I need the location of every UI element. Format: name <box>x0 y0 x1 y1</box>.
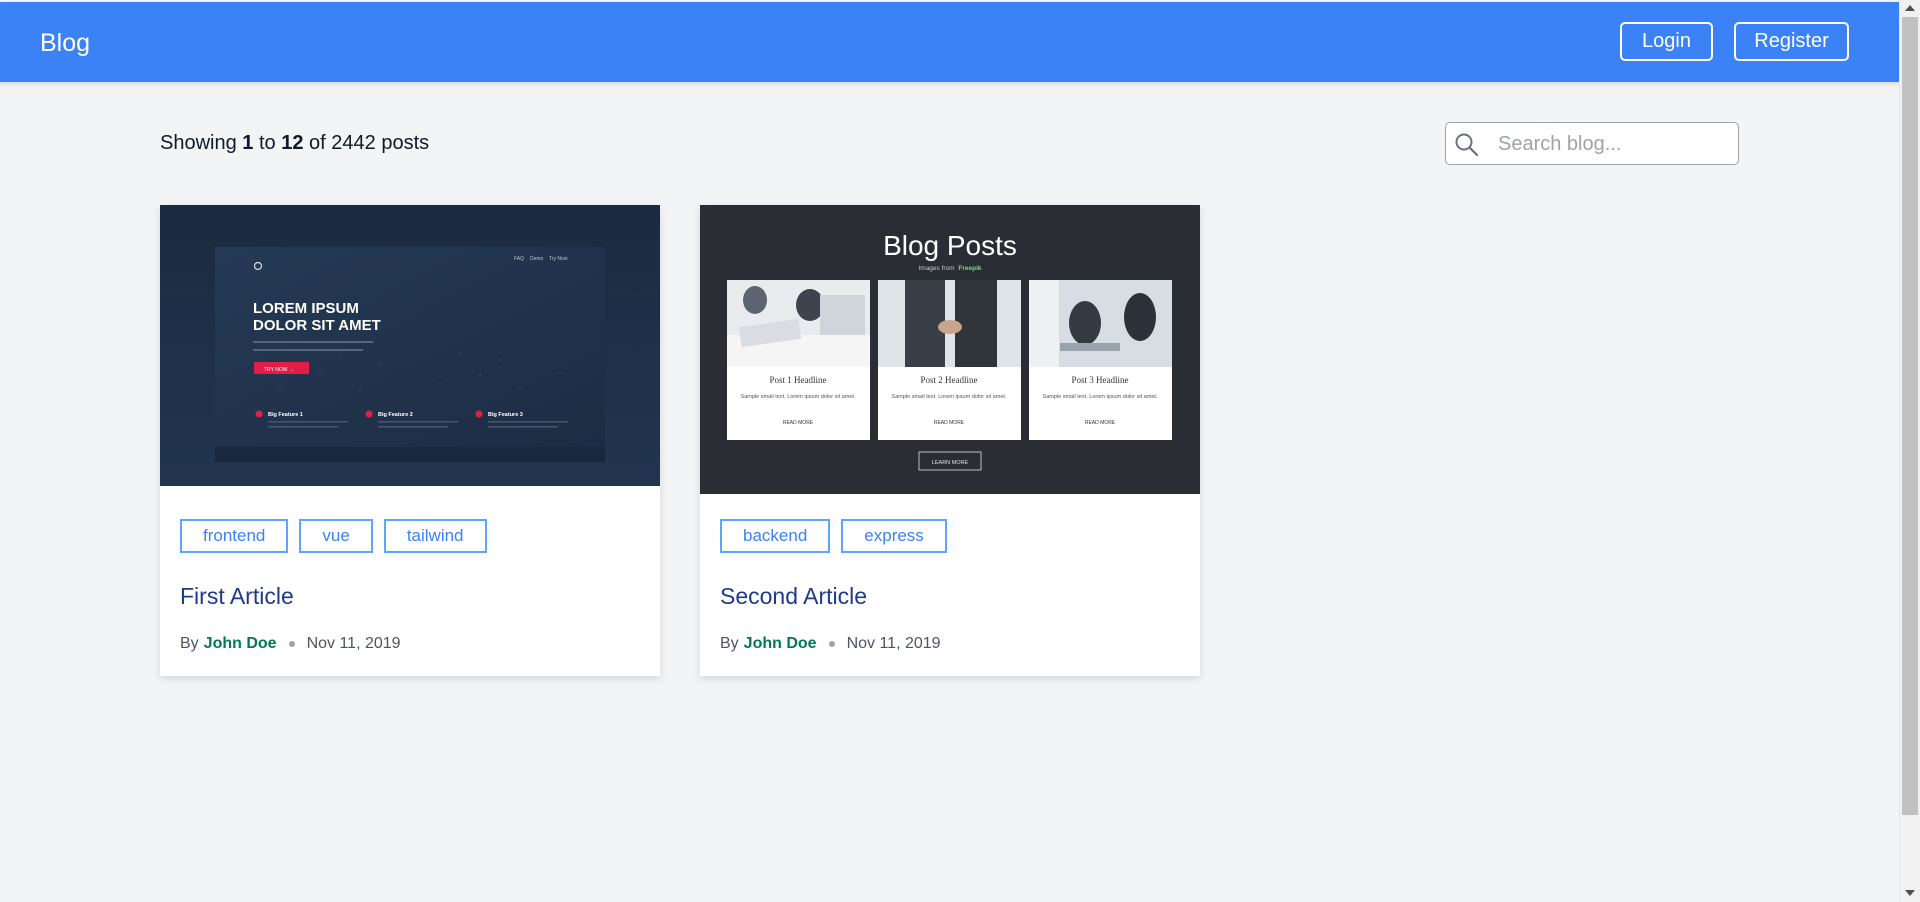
mockup-feature-2: Big Feature 2 <box>378 412 413 418</box>
search-icon <box>1455 133 1479 157</box>
tag-frontend[interactable]: frontend <box>180 519 289 553</box>
summary-from: 1 <box>242 132 254 154</box>
page-scrollbar[interactable] <box>1899 0 1920 902</box>
separator-dot-icon <box>828 641 835 647</box>
mockup-headline-line2: DOLOR SIT AMET <box>253 317 381 334</box>
mockup-post-3: Post 3 Headline <box>1072 375 1129 385</box>
summary-to: 12 <box>281 132 304 154</box>
post-tags: frontend vue tailwind <box>180 519 487 553</box>
post-by-label: By <box>720 635 739 652</box>
post-date: Nov 11, 2019 <box>846 635 941 652</box>
post-title[interactable]: First Article <box>180 583 294 610</box>
post-title[interactable]: Second Article <box>720 583 867 610</box>
summary-to-word: to <box>258 132 276 154</box>
post-tags: backend express <box>720 519 947 553</box>
mockup-read-more-2: READ MORE <box>934 420 965 426</box>
post-card[interactable]: Blog Posts Images from Freepik Post 1 He… <box>700 205 1200 676</box>
separator-dot-icon <box>288 641 295 647</box>
svg-text:Images from Freepik: Images from Freepik <box>918 265 981 272</box>
mockup-feature-3: Big Feature 3 <box>488 412 523 418</box>
mockup-nav-demo: Demo <box>530 256 544 262</box>
scroll-thumb[interactable] <box>1902 17 1918 815</box>
tag-tailwind[interactable]: tailwind <box>383 519 487 553</box>
summary-prefix: Showing <box>160 132 237 154</box>
search-box[interactable] <box>1445 122 1739 165</box>
mockup-post-1-text: Sample small text. Lorem ipsum dolor sit… <box>741 394 856 400</box>
mockup-read-more-1: READ MORE <box>783 420 814 426</box>
scroll-up-arrow-icon[interactable] <box>1905 5 1915 11</box>
search-input[interactable] <box>1498 129 1728 159</box>
post-by-label: By <box>180 635 199 652</box>
mockup-headline-line1: LOREM IPSUM <box>253 300 359 317</box>
scroll-down-arrow-icon[interactable] <box>1905 890 1915 896</box>
tag-vue[interactable]: vue <box>299 519 373 553</box>
mockup-post-2: Post 2 Headline <box>921 375 978 385</box>
mockup-try-button: TRY NOW → <box>264 367 294 373</box>
summary-total: of 2442 posts <box>309 132 430 154</box>
top-navbar: Blog Login Register <box>0 2 1899 82</box>
mockup-title: Blog Posts <box>883 230 1017 261</box>
tag-backend[interactable]: backend <box>720 519 831 553</box>
results-summary: Showing 1 to 12 of 2442 posts <box>160 132 429 155</box>
post-thumbnail[interactable]: Blog Posts Images from Freepik Post 1 He… <box>700 205 1200 494</box>
post-author[interactable]: John Doe <box>204 635 277 653</box>
mockup-subtitle: Images from <box>918 265 954 272</box>
mockup-post-2-text: Sample small text. Lorem ipsum dolor sit… <box>892 394 1007 400</box>
post-meta: By John Doe Nov 11, 2019 <box>720 635 941 653</box>
tag-express[interactable]: express <box>841 519 947 553</box>
mockup-learn-more: LEARN MORE <box>932 460 969 466</box>
post-thumbnail[interactable]: FAQ Demo Try Now LOREM IPSUM DOLOR SIT A… <box>160 205 660 486</box>
post-date: Nov 11, 2019 <box>306 635 401 652</box>
login-button[interactable]: Login <box>1620 22 1713 61</box>
post-meta: By John Doe Nov 11, 2019 <box>180 635 401 653</box>
mockup-feature-1: Big Feature 1 <box>268 412 303 418</box>
register-button[interactable]: Register <box>1734 22 1849 61</box>
mockup-read-more-3: READ MORE <box>1085 420 1116 426</box>
brand-logo[interactable]: Blog <box>40 29 90 58</box>
post-author[interactable]: John Doe <box>744 635 817 653</box>
mockup-post-3-text: Sample small text. Lorem ipsum dolor sit… <box>1043 394 1158 400</box>
post-card[interactable]: FAQ Demo Try Now LOREM IPSUM DOLOR SIT A… <box>160 205 660 676</box>
mockup-subtitle-brand: Freepik <box>958 265 982 272</box>
mockup-nav-try: Try Now <box>549 256 568 262</box>
mockup-nav-faq: FAQ <box>514 256 524 262</box>
mockup-post-1: Post 1 Headline <box>770 375 827 385</box>
